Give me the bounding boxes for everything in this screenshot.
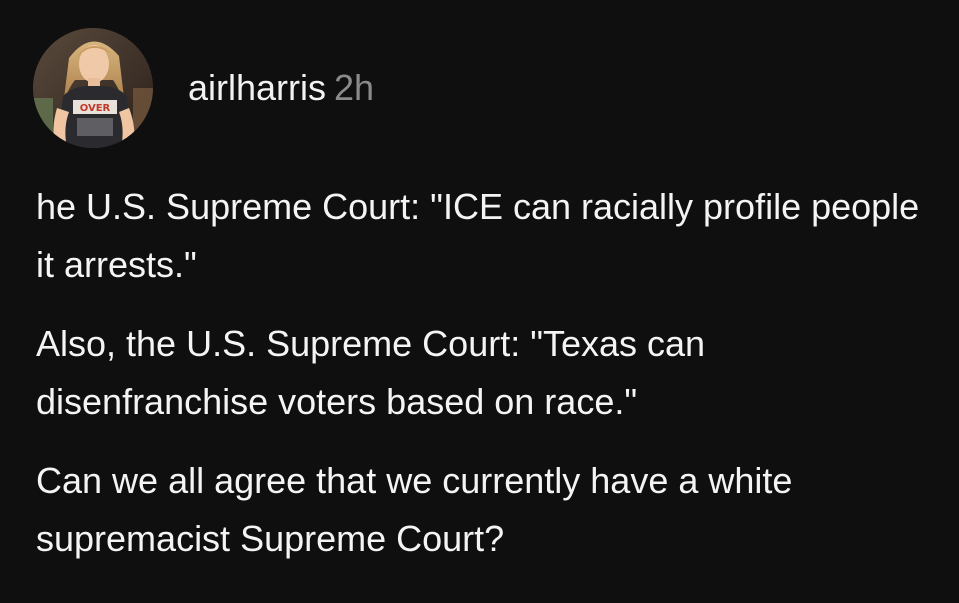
- avatar[interactable]: OVER: [33, 28, 153, 148]
- avatar-image: OVER: [33, 28, 153, 148]
- post-header: OVER airlharris 2h: [33, 28, 374, 148]
- shirt-text: OVER: [80, 103, 111, 114]
- post-paragraph-3: Can we all agree that we currently have …: [36, 460, 793, 559]
- post-meta: airlharris 2h: [188, 67, 374, 109]
- post: OVER airlharris 2h he U.S. Supreme Court…: [0, 0, 959, 603]
- username[interactable]: airlharris: [188, 67, 326, 109]
- timestamp: 2h: [334, 67, 375, 108]
- post-paragraph-2: Also, the U.S. Supreme Court: "Texas can…: [36, 323, 706, 422]
- post-body: he U.S. Supreme Court: "ICE can racially…: [36, 178, 926, 589]
- post-paragraph-1: he U.S. Supreme Court: "ICE can racially…: [36, 186, 920, 285]
